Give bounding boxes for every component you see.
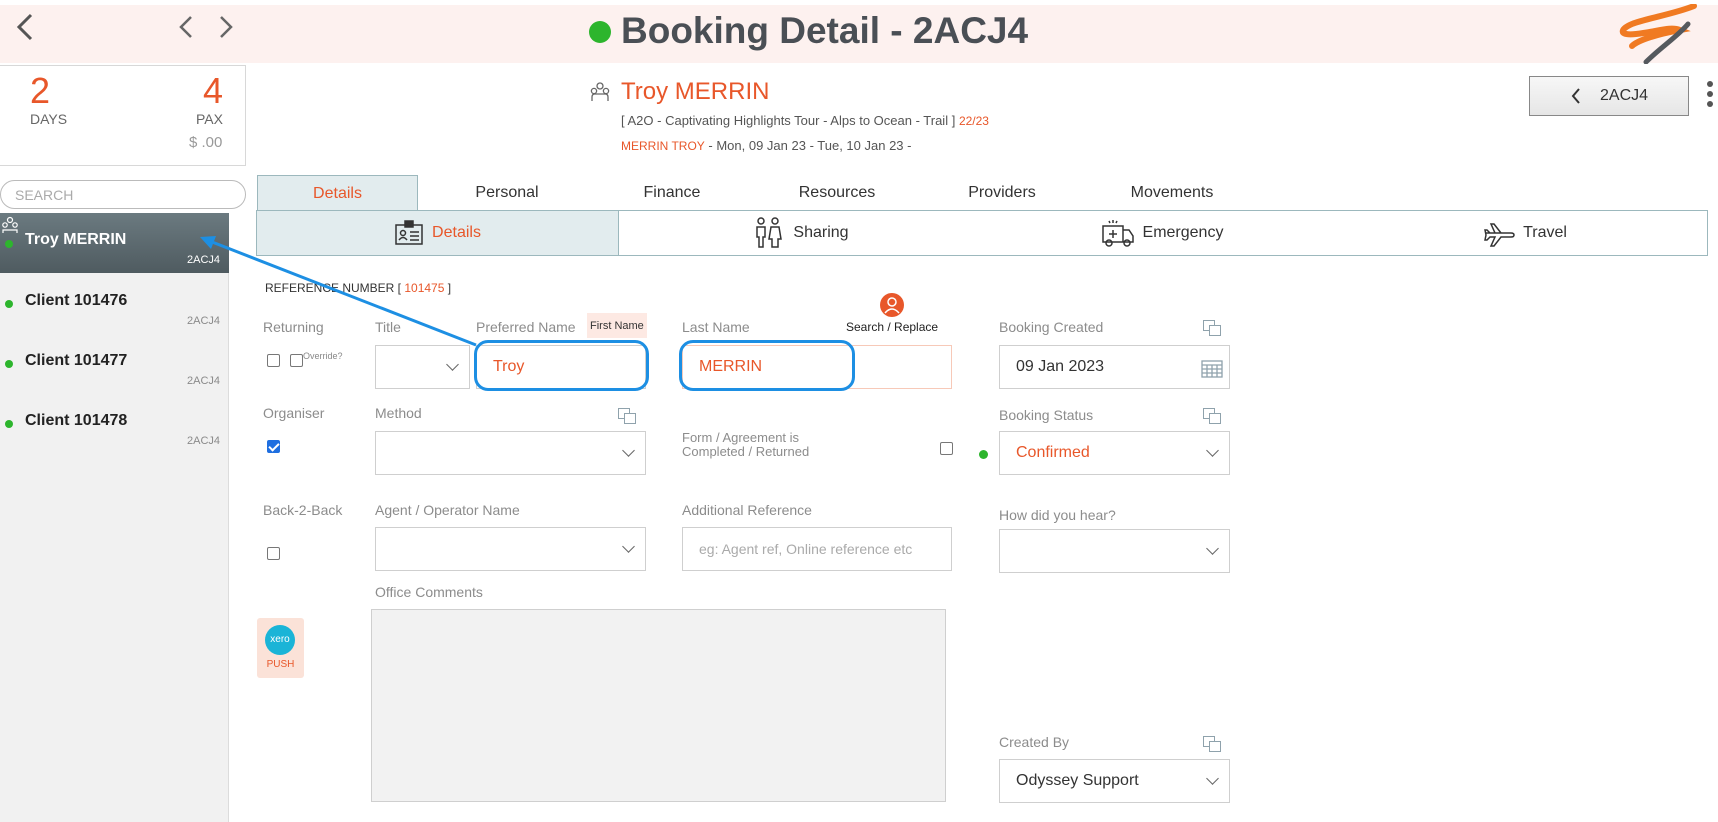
annotation-arrow [200,236,477,347]
